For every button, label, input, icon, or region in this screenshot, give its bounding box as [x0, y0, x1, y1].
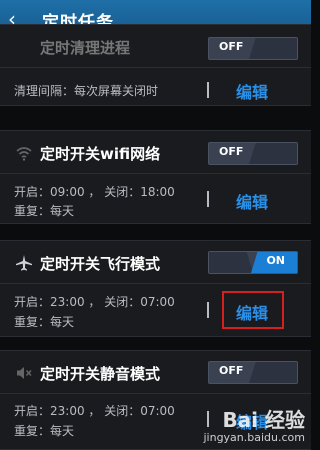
mute-icon — [17, 367, 32, 379]
task-info-repeat: 重复：每天 — [14, 315, 75, 329]
task-card-wifi: 定时开关wifi网络 OFF 开启：09:00 ， 关闭：18:00 重复：每天… — [0, 130, 311, 224]
toggle-wifi[interactable]: OFF — [208, 142, 298, 165]
task-card-header: 定时开关飞行模式 ON — [0, 241, 311, 284]
toggle-label: OFF — [219, 364, 244, 377]
toggle-slider — [249, 38, 297, 59]
airplane-icon — [16, 255, 32, 271]
toggle-label: OFF — [219, 145, 244, 158]
task-title: 定时清理进程 — [40, 39, 131, 57]
edit-button-wifi[interactable]: 编辑 — [236, 189, 268, 213]
divider — [207, 82, 209, 98]
task-info-times: 开启：09:00 ， 关闭：18:00 — [14, 185, 175, 199]
task-title: 定时开关wifi网络 — [40, 145, 161, 163]
broom-icon — [15, 39, 33, 57]
task-info-interval: 清理间隔：每次屏幕关闭时 — [14, 84, 159, 98]
task-title: 定时开关飞行模式 — [40, 255, 161, 273]
task-card-header: 定时开关wifi网络 OFF — [0, 131, 311, 174]
watermark-logo: Bai 经验 — [222, 408, 305, 432]
edit-button-clean-process[interactable]: 编辑 — [236, 79, 268, 103]
baidu-watermark: Bai 经验 jingyan.baidu.com — [203, 404, 305, 444]
task-card-header: 定时开关静音模式 OFF — [0, 351, 311, 394]
task-info-times: 开启：23:00 ， 关闭：07:00 — [14, 404, 175, 418]
task-title: 定时开关静音模式 — [40, 365, 161, 383]
divider — [207, 302, 209, 318]
toggle-label: ON — [266, 254, 285, 267]
highlight-box — [222, 291, 284, 329]
toggle-slider — [249, 362, 297, 383]
toggle-label: OFF — [219, 40, 244, 53]
toggle-slider — [249, 143, 297, 164]
task-info-repeat: 重复：每天 — [14, 424, 75, 438]
watermark-url: jingyan.baidu.com — [203, 431, 305, 444]
task-card-clean-process: 定时清理进程 OFF 清理间隔：每次屏幕关闭时 编辑 — [0, 24, 311, 106]
wifi-icon — [16, 147, 32, 161]
toggle-mute[interactable]: OFF — [208, 361, 298, 384]
toggle-slider — [209, 252, 253, 273]
task-info-repeat: 重复：每天 — [14, 204, 75, 218]
task-card-header: 定时清理进程 OFF — [0, 25, 311, 68]
toggle-clean-process[interactable]: OFF — [208, 37, 298, 60]
task-info-times: 开启：23:00 ， 关闭：07:00 — [14, 295, 175, 309]
toggle-airplane[interactable]: ON — [208, 251, 298, 274]
divider — [207, 191, 209, 207]
